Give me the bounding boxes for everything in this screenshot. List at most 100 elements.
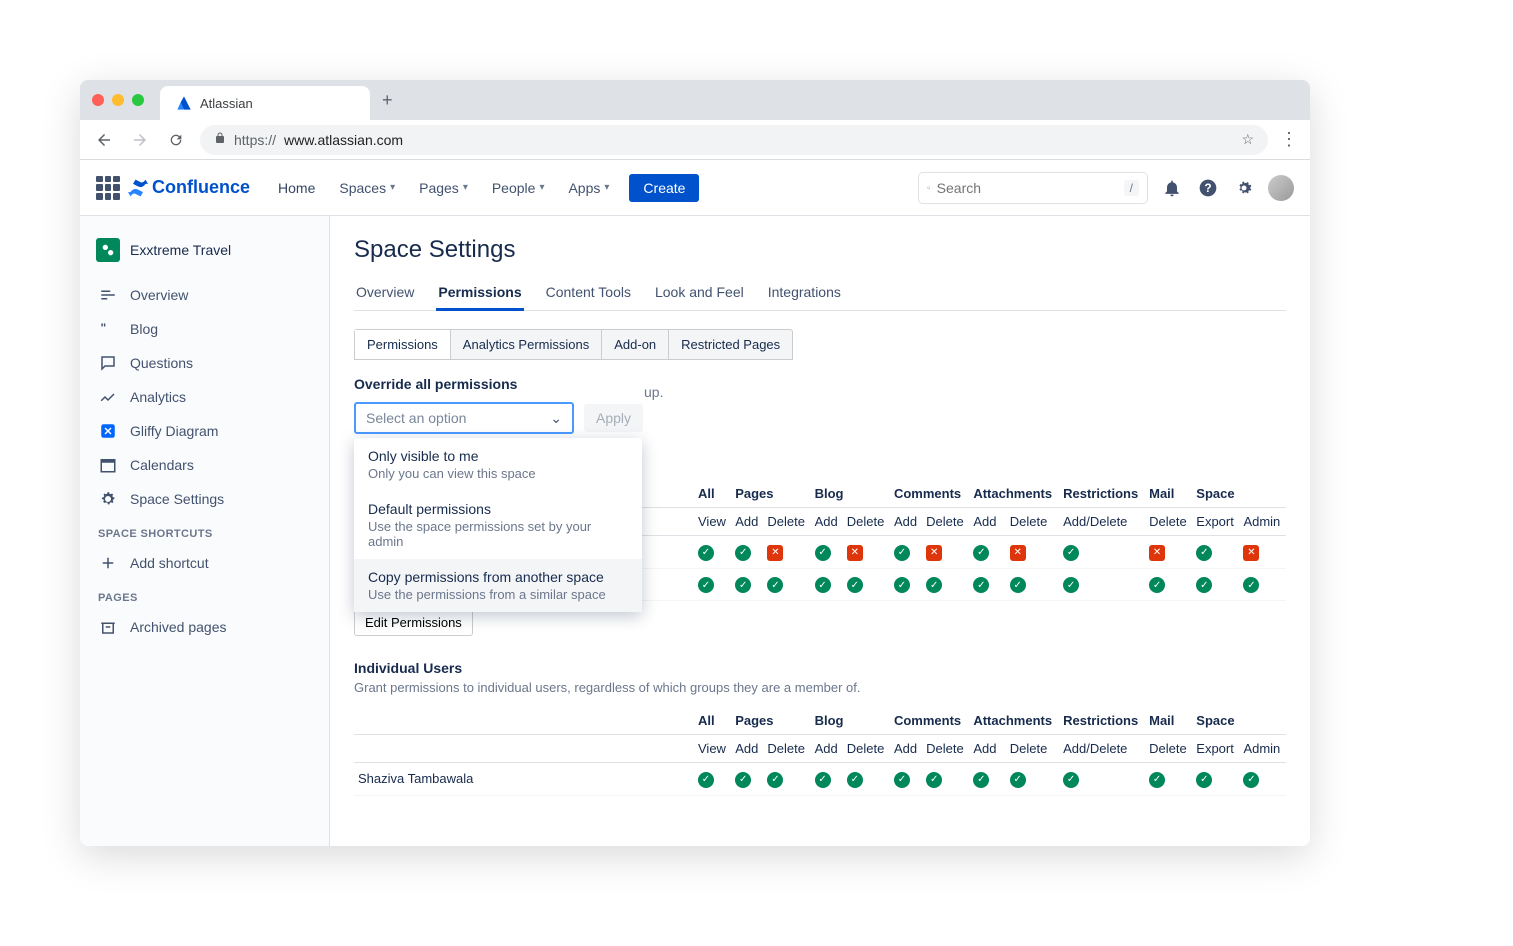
check-icon: ✓ [698, 772, 714, 788]
confluence-logo[interactable]: Confluence [128, 177, 250, 198]
check-icon: ✓ [767, 577, 783, 593]
window-controls [92, 94, 144, 106]
dropdown-option-copy[interactable]: Copy permissions from another space Use … [354, 559, 642, 612]
check-icon: ✓ [926, 577, 942, 593]
check-icon: ✓ [1149, 772, 1165, 788]
check-icon: ✓ [1196, 577, 1212, 593]
url-prefix: https:// [234, 132, 276, 148]
subtab-restricted-pages[interactable]: Restricted Pages [669, 330, 792, 359]
main-tabs: Overview Permissions Content Tools Look … [354, 276, 1286, 311]
search-kbd: / [1124, 180, 1139, 196]
chevron-down-icon: ⌄ [550, 410, 562, 427]
check-icon: ✓ [926, 772, 942, 788]
address-bar[interactable]: https:// www.atlassian.com ☆ [200, 125, 1268, 155]
browser-tab[interactable]: Atlassian [160, 86, 370, 120]
space-icon [96, 238, 120, 262]
chevron-down-icon: ▾ [539, 182, 544, 193]
browser-menu-button[interactable]: ⋮ [1280, 129, 1298, 150]
check-icon: ✓ [973, 545, 989, 561]
search-input[interactable] [937, 180, 1118, 196]
check-icon: ✓ [735, 772, 751, 788]
search-icon [927, 180, 931, 196]
sidebar-item-overview[interactable]: Overview [88, 278, 321, 312]
browser-toolbar: https:// www.atlassian.com ☆ ⋮ [80, 120, 1310, 160]
tab-content-tools[interactable]: Content Tools [544, 276, 633, 310]
overview-icon [98, 285, 118, 305]
page-title: Space Settings [354, 236, 1286, 264]
new-tab-button[interactable]: + [382, 90, 393, 111]
search-box[interactable]: / [918, 172, 1148, 204]
calendar-icon [98, 455, 118, 475]
sidebar: Exxtreme Travel Overview "Blog Questions… [80, 216, 330, 846]
override-select[interactable]: Select an option ⌄ [354, 402, 574, 434]
browser-window: Atlassian + https:// www.atlassian.com ☆… [80, 80, 1310, 846]
x-icon: ✕ [926, 545, 942, 561]
gear-icon [98, 489, 118, 509]
tab-overview[interactable]: Overview [354, 276, 416, 310]
nav-apps[interactable]: Apps▾ [560, 174, 617, 202]
sidebar-item-space-settings[interactable]: Space Settings [88, 482, 321, 516]
check-icon: ✓ [735, 545, 751, 561]
x-icon: ✕ [847, 545, 863, 561]
sidebar-item-calendars[interactable]: Calendars [88, 448, 321, 482]
nav-spaces[interactable]: Spaces▾ [331, 174, 403, 202]
tab-integrations[interactable]: Integrations [766, 276, 843, 310]
table-row: Shaziva Tambawala✓✓✓✓✓✓✓✓✓✓✓✓✓ [354, 763, 1286, 796]
x-icon: ✕ [1010, 545, 1026, 561]
atlassian-favicon-icon [176, 95, 192, 111]
tab-look-and-feel[interactable]: Look and Feel [653, 276, 746, 310]
sub-tabs: Permissions Analytics Permissions Add-on… [354, 329, 793, 360]
chrome-titlebar: Atlassian + [80, 80, 1310, 120]
subtab-analytics-permissions[interactable]: Analytics Permissions [451, 330, 602, 359]
sidebar-section-pages: PAGES [88, 580, 321, 610]
nav-pages[interactable]: Pages▾ [411, 174, 476, 202]
check-icon: ✓ [894, 577, 910, 593]
minimize-window-button[interactable] [112, 94, 124, 106]
check-icon: ✓ [894, 545, 910, 561]
x-icon: ✕ [1149, 545, 1165, 561]
forward-button[interactable] [128, 128, 152, 152]
sidebar-add-shortcut[interactable]: Add shortcut [88, 546, 321, 580]
check-icon: ✓ [815, 577, 831, 593]
user-avatar[interactable] [1268, 175, 1294, 201]
dropdown-option-default[interactable]: Default permissions Use the space permis… [354, 491, 642, 559]
apply-button[interactable]: Apply [584, 404, 643, 432]
subtab-addon[interactable]: Add-on [602, 330, 669, 359]
check-icon: ✓ [1010, 577, 1026, 593]
dropdown-option-only-me[interactable]: Only visible to me Only you can view thi… [354, 438, 642, 491]
create-button[interactable]: Create [629, 174, 699, 202]
space-header[interactable]: Exxtreme Travel [88, 232, 321, 268]
edit-permissions-button[interactable]: Edit Permissions [354, 609, 473, 636]
subtab-permissions[interactable]: Permissions [355, 330, 451, 359]
sidebar-archived-pages[interactable]: Archived pages [88, 610, 321, 644]
app-switcher-icon[interactable] [96, 176, 120, 200]
questions-icon [98, 353, 118, 373]
maximize-window-button[interactable] [132, 94, 144, 106]
bookmark-star-icon[interactable]: ☆ [1241, 131, 1254, 148]
back-button[interactable] [92, 128, 116, 152]
check-icon: ✓ [1243, 772, 1259, 788]
notifications-icon[interactable] [1160, 176, 1184, 200]
reload-button[interactable] [164, 128, 188, 152]
nav-home[interactable]: Home [270, 174, 323, 202]
sidebar-item-analytics[interactable]: Analytics [88, 380, 321, 414]
settings-icon[interactable] [1232, 176, 1256, 200]
check-icon: ✓ [847, 577, 863, 593]
help-icon[interactable]: ? [1196, 176, 1220, 200]
check-icon: ✓ [767, 772, 783, 788]
close-window-button[interactable] [92, 94, 104, 106]
space-name: Exxtreme Travel [130, 242, 231, 258]
sidebar-item-gliffy[interactable]: Gliffy Diagram [88, 414, 321, 448]
nav-people[interactable]: People▾ [484, 174, 553, 202]
lock-icon [214, 132, 226, 147]
sidebar-item-questions[interactable]: Questions [88, 346, 321, 380]
x-icon: ✕ [1243, 545, 1259, 561]
chevron-down-icon: ▾ [390, 182, 395, 193]
analytics-icon [98, 387, 118, 407]
tab-permissions[interactable]: Permissions [436, 276, 523, 311]
check-icon: ✓ [894, 772, 910, 788]
check-icon: ✓ [847, 772, 863, 788]
sidebar-item-blog[interactable]: "Blog [88, 312, 321, 346]
check-icon: ✓ [1063, 772, 1079, 788]
url-text: www.atlassian.com [284, 132, 403, 148]
